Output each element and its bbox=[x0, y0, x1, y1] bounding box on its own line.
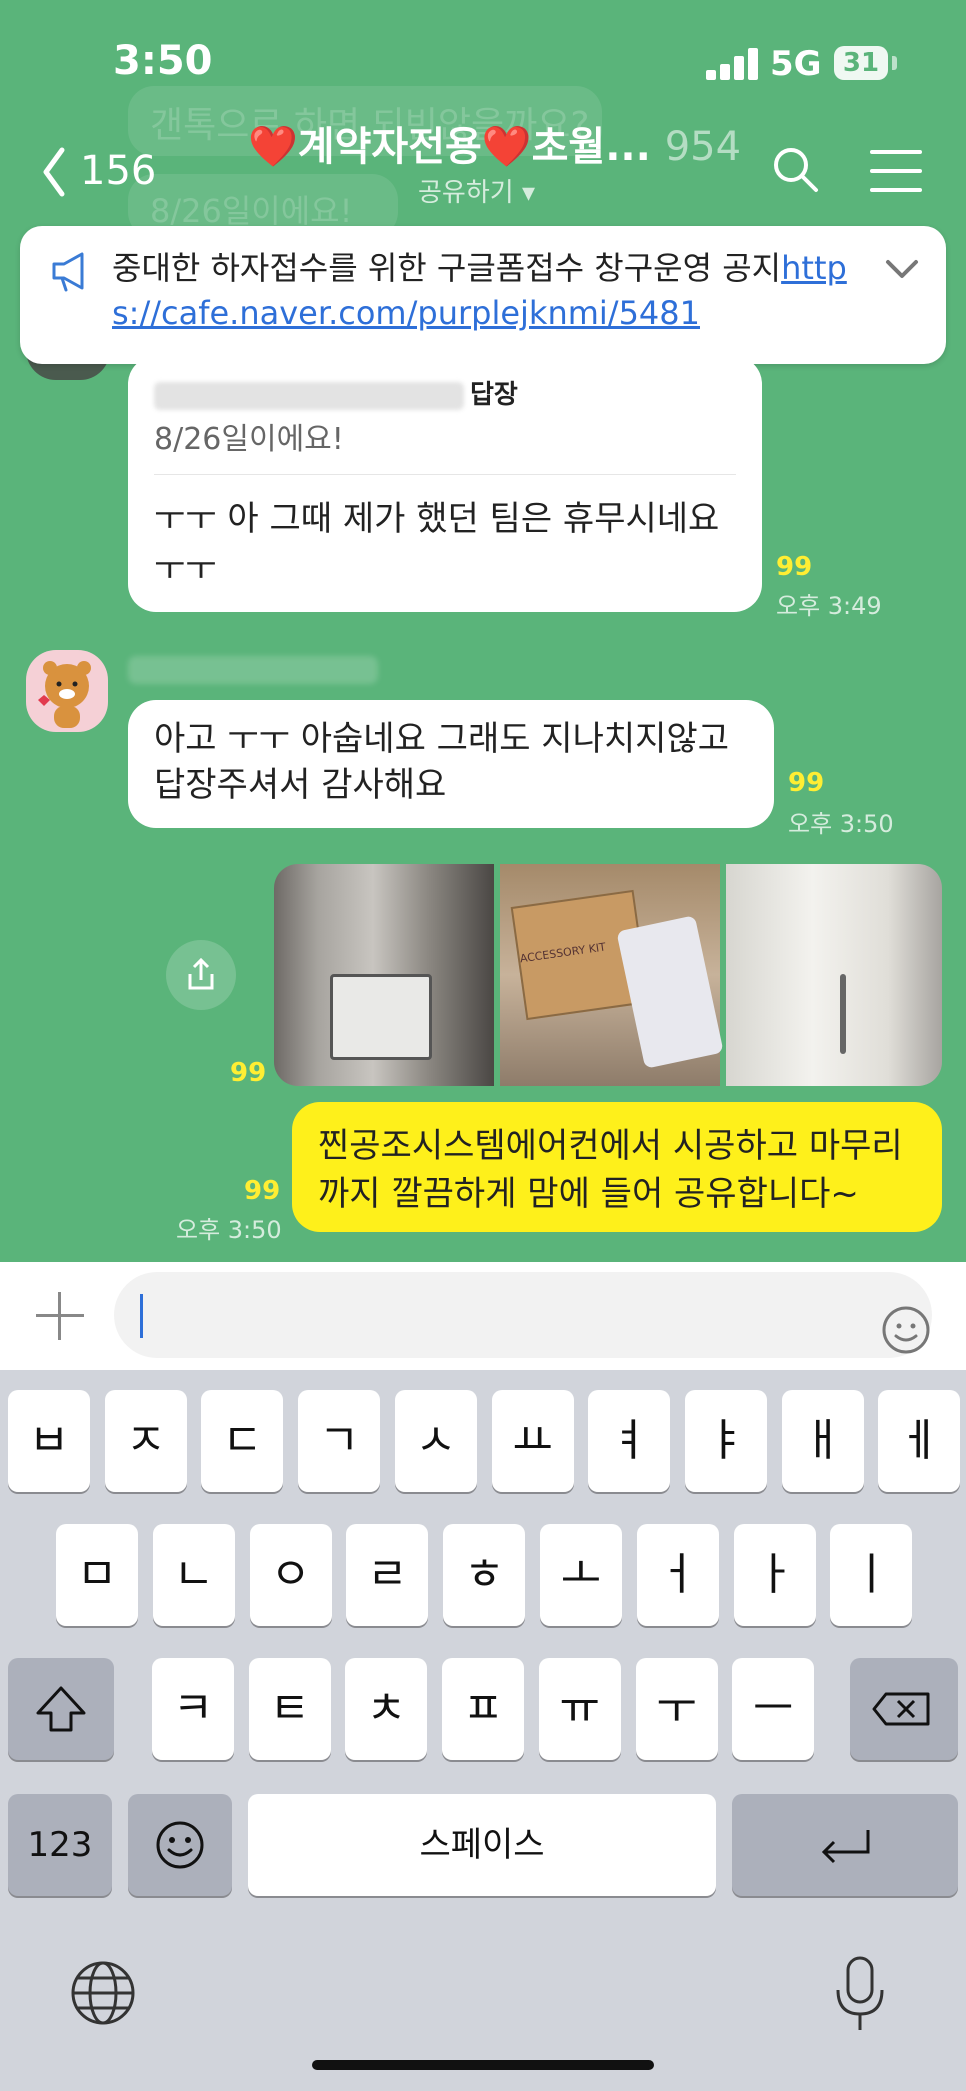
key-row3-4[interactable]: ㅠ bbox=[538, 1658, 621, 1760]
text-caret bbox=[140, 1294, 143, 1338]
key-row3-6[interactable]: ㅡ bbox=[732, 1658, 815, 1760]
notice-text: 중대한 하자접수를 위한 구글폼접수 창구운영 공지https://cafe.n… bbox=[112, 246, 882, 336]
photo-outdoor-unit[interactable] bbox=[274, 864, 494, 1086]
emoticon-icon[interactable] bbox=[880, 1304, 932, 1356]
shift-key[interactable] bbox=[8, 1658, 114, 1760]
message-input-bar: # bbox=[0, 1262, 966, 1370]
return-icon bbox=[821, 1830, 870, 1864]
key-row1-1[interactable]: ㅈ bbox=[104, 1390, 187, 1492]
reply-message-bubble[interactable]: 답장 8/26일이에요! ㅜㅜ 아 그때 제가 했던 팀은 휴무시네요 ㅜㅜ bbox=[128, 356, 762, 612]
unread-count: 99 bbox=[788, 768, 825, 798]
key-row1-7[interactable]: ㅑ bbox=[684, 1390, 767, 1492]
photo-grid[interactable]: ACCESSORY KIT bbox=[274, 864, 942, 1086]
blurred-sender bbox=[154, 381, 464, 410]
member-count: 954 bbox=[664, 124, 742, 170]
message-input[interactable]: # bbox=[114, 1272, 932, 1358]
ryan-avatar-icon bbox=[38, 661, 91, 728]
photo-accessory-kit[interactable]: ACCESSORY KIT bbox=[500, 864, 724, 1086]
keyboard: ㅂㅈㄷㄱㅅㅛㅕㅑㅐㅔ ㅁㄴㅇㄹㅎㅗㅓㅏㅣ ㅋㅌㅊㅍㅠㅜㅡ 123 스페이스 bbox=[0, 1370, 966, 2091]
unread-count: 99 bbox=[244, 1176, 281, 1206]
key-row1-0[interactable]: ㅂ bbox=[8, 1390, 90, 1492]
message-time: 오후 3:50 bbox=[788, 810, 894, 838]
backspace-icon bbox=[872, 1692, 930, 1726]
quoted-text: 8/26일이에요! bbox=[154, 422, 344, 457]
numbers-key[interactable]: 123 bbox=[8, 1794, 112, 1896]
key-row2-5[interactable]: ㅗ bbox=[540, 1524, 622, 1626]
key-row2-2[interactable]: ㅇ bbox=[249, 1524, 332, 1626]
my-message-bubble[interactable]: 찐공조시스템에어컨에서 시공하고 마무리까지 깔끔하게 맘에 들어 공유합니다~ bbox=[292, 1102, 942, 1232]
key-row1-8[interactable]: ㅐ bbox=[781, 1390, 864, 1492]
key-row3-2[interactable]: ㅊ bbox=[345, 1658, 428, 1760]
message-text: 아고 ㅜㅜ 아숩네요 그래도 지나치지않고 답장주셔서 감사해요 bbox=[154, 719, 729, 805]
key-row3-3[interactable]: ㅍ bbox=[442, 1658, 525, 1760]
chevron-down-icon[interactable] bbox=[882, 256, 922, 284]
key-row3-0[interactable]: ㅋ bbox=[152, 1658, 234, 1760]
message-bubble[interactable]: 아고 ㅜㅜ 아숩네요 그래도 지나치지않고 답장주셔서 감사해요 bbox=[128, 700, 774, 828]
shift-icon bbox=[36, 1686, 86, 1732]
reply-header: 답장 bbox=[154, 374, 518, 411]
key-row1-2[interactable]: ㄷ bbox=[201, 1390, 284, 1492]
bag-shape bbox=[616, 915, 724, 1069]
key-row2-7[interactable]: ㅏ bbox=[733, 1524, 816, 1626]
key-row3-1[interactable]: ㅌ bbox=[248, 1658, 331, 1760]
return-key[interactable] bbox=[732, 1794, 958, 1896]
backspace-key[interactable] bbox=[850, 1658, 958, 1760]
key-row2-4[interactable]: ㅎ bbox=[443, 1524, 526, 1626]
chat-area: 갠톡으로 하면 되빈않을까요? 8/26일이에요! 3:50 5G 31 156… bbox=[0, 0, 966, 1262]
message-time: 오후 3:49 bbox=[776, 592, 882, 620]
emoji-key[interactable] bbox=[128, 1794, 232, 1896]
key-row2-1[interactable]: ㄴ bbox=[152, 1524, 235, 1626]
emoji-icon bbox=[156, 1821, 204, 1869]
chat-title-text: ❤️계약자전용❤️초월... bbox=[248, 124, 651, 170]
pipe-shape bbox=[840, 974, 846, 1054]
key-row2-8[interactable]: ㅣ bbox=[830, 1524, 913, 1626]
chat-header: 156 ❤️계약자전용❤️초월... 954 공유하기 ▾ bbox=[0, 100, 966, 220]
outdoor-unit-shape bbox=[330, 974, 432, 1060]
chat-title[interactable]: ❤️계약자전용❤️초월... 954 bbox=[248, 114, 741, 172]
battery-nub bbox=[892, 56, 897, 70]
divider bbox=[154, 474, 736, 475]
key-row2-3[interactable]: ㄹ bbox=[346, 1524, 429, 1626]
share-button[interactable] bbox=[166, 940, 236, 1010]
key-row3-5[interactable]: ㅜ bbox=[635, 1658, 718, 1760]
key-row1-3[interactable]: ㄱ bbox=[298, 1390, 381, 1492]
blurred-sender-name bbox=[128, 656, 378, 684]
unread-count: 99 bbox=[776, 552, 813, 582]
key-row1-5[interactable]: ㅛ bbox=[491, 1390, 574, 1492]
reply-label: 답장 bbox=[470, 380, 518, 410]
share-icon bbox=[188, 957, 214, 990]
key-row1-6[interactable]: ㅕ bbox=[588, 1390, 671, 1492]
message-text: ㅜㅜ 아 그때 제가 했던 팀은 휴무시네요 ㅜㅜ bbox=[154, 499, 720, 589]
key-row1-9[interactable]: ㅔ bbox=[878, 1390, 961, 1492]
menu-icon[interactable] bbox=[870, 150, 922, 192]
avatar[interactable] bbox=[26, 650, 108, 732]
network-type: 5G bbox=[770, 44, 822, 84]
plus-icon[interactable] bbox=[36, 1292, 84, 1340]
microphone-icon[interactable] bbox=[830, 1954, 890, 2034]
message-time: 오후 3:50 bbox=[176, 1216, 282, 1244]
key-row2-6[interactable]: ㅓ bbox=[636, 1524, 719, 1626]
notice-banner[interactable]: 중대한 하자접수를 위한 구글폼접수 창구운영 공지https://cafe.n… bbox=[20, 226, 946, 364]
unread-count: 99 bbox=[230, 1058, 267, 1088]
key-row1-4[interactable]: ㅅ bbox=[394, 1390, 477, 1492]
globe-icon[interactable] bbox=[70, 1960, 136, 2026]
signal-icon bbox=[706, 48, 762, 80]
megaphone-icon bbox=[52, 252, 84, 292]
notice-title: 중대한 하자접수를 위한 구글폼접수 창구운영 공지 bbox=[112, 249, 782, 287]
home-indicator bbox=[312, 2060, 654, 2070]
battery-icon: 31 bbox=[834, 46, 888, 80]
unread-chats-count[interactable]: 156 bbox=[80, 148, 156, 194]
search-icon[interactable] bbox=[770, 144, 820, 194]
clock: 3:50 bbox=[113, 38, 213, 84]
key-row2-0[interactable]: ㅁ bbox=[56, 1524, 138, 1626]
photo-pipe-wall[interactable] bbox=[726, 864, 942, 1086]
space-key[interactable]: 스페이스 bbox=[248, 1794, 716, 1896]
share-dropdown[interactable]: 공유하기 ▾ bbox=[418, 172, 535, 209]
message-text: 찐공조시스템에어컨에서 시공하고 마무리까지 깔끔하게 맘에 들어 공유합니다~ bbox=[318, 1126, 903, 1214]
